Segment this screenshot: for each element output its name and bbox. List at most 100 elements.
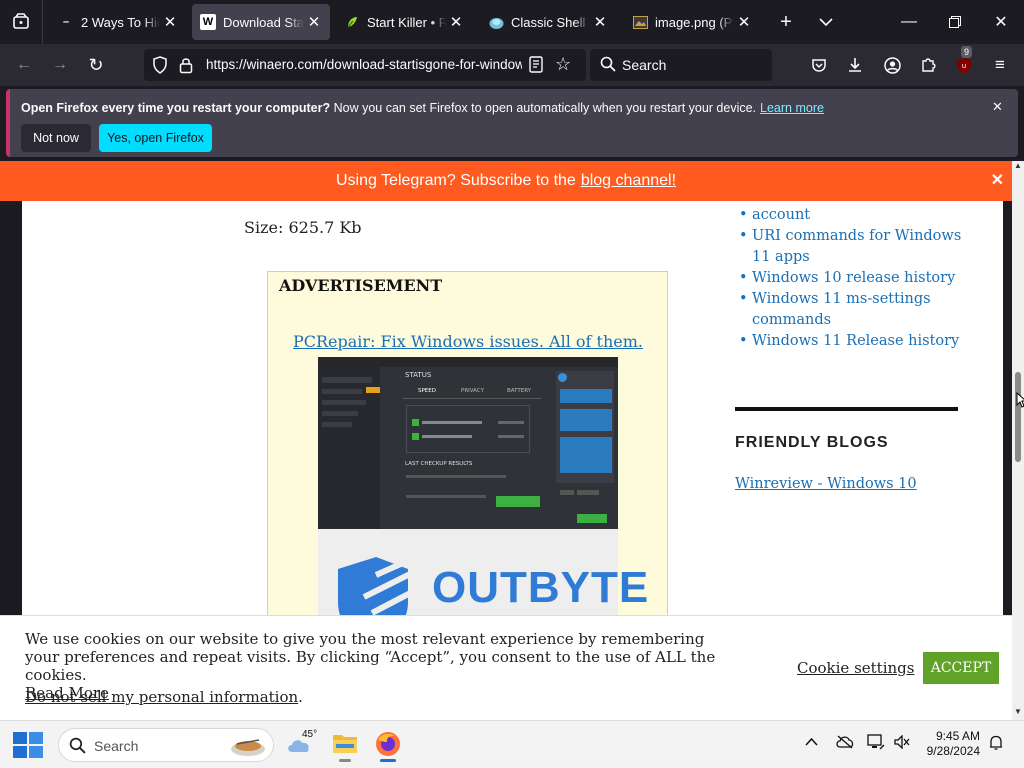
clock-time: 9:45 AM (935, 729, 980, 743)
svg-text:u: u (962, 62, 966, 70)
weather-temperature: 45° (302, 729, 318, 740)
lock-icon[interactable] (179, 56, 193, 79)
app-menu-button[interactable]: ≡ (987, 52, 1013, 78)
learn-more-link[interactable]: Learn more (760, 101, 824, 115)
taskbar-search-box[interactable]: Search (58, 728, 274, 762)
pcrepair-ad-screenshot[interactable]: STATUS SPEED PRIVACY BATTERY LAST CHECKU… (318, 357, 618, 529)
telegram-text: Using Telegram? Subscribe to the (335, 172, 576, 189)
forward-button[interactable]: → (47, 52, 73, 78)
reload-button[interactable]: ↻ (83, 52, 109, 78)
tab-download-startisgone[interactable]: W Download StartIsGone for Windows ✕ (192, 4, 330, 40)
close-tab-icon[interactable]: ✕ (446, 13, 466, 31)
search-placeholder: Search (622, 57, 667, 73)
bookmark-star-icon[interactable]: ☆ (555, 54, 571, 75)
search-bar[interactable]: Search (590, 49, 772, 81)
sidebar-divider (735, 407, 958, 411)
scroll-up-arrow-icon[interactable]: ▲ (1014, 161, 1022, 170)
tab-title: 2 Ways To Hide the Default Start (81, 14, 160, 30)
search-icon (600, 56, 616, 77)
winreview-link[interactable]: Winreview - Windows 10 (735, 476, 917, 492)
close-tab-icon[interactable]: ✕ (160, 13, 180, 31)
sidebar-link-win11-release-history[interactable]: Windows 11 Release history (752, 333, 959, 349)
start-button[interactable] (12, 730, 44, 760)
account-button[interactable] (879, 52, 905, 78)
tab-title: Start Killer • Remove Start Button (367, 14, 446, 30)
not-now-button[interactable]: Not now (21, 124, 91, 152)
pocket-icon (812, 59, 826, 72)
new-tab-button[interactable]: + (773, 8, 799, 36)
notification-text: Open Firefox every time you restart your… (21, 101, 824, 115)
downloads-button[interactable] (842, 52, 868, 78)
accept-cookies-button[interactable]: ACCEPT (923, 652, 999, 684)
extension-badge: 9 (961, 46, 973, 58)
pcrepair-ad-link[interactable]: PCRepair: Fix Windows issues. All of the… (268, 332, 668, 351)
sidebar-link-account[interactable]: account (752, 207, 810, 223)
close-window-button[interactable]: ✕ (978, 0, 1024, 44)
show-hidden-icons-chevron[interactable] (805, 733, 818, 751)
download-icon (849, 58, 861, 72)
close-telegram-bar-icon[interactable]: ✕ (991, 170, 1004, 190)
list-item: Windows 10 release history (739, 268, 962, 289)
firefox-taskbar-button[interactable] (372, 729, 404, 762)
sidebar-link-win10-release-history[interactable]: Windows 10 release history (752, 270, 955, 286)
folder-icon (333, 735, 357, 753)
close-notification-icon[interactable]: ✕ (992, 99, 1003, 115)
onedrive-offline-icon[interactable] (836, 735, 854, 754)
scroll-down-arrow-icon[interactable]: ▼ (1014, 707, 1022, 716)
close-icon: ✕ (994, 14, 1008, 31)
file-explorer-button[interactable] (330, 729, 360, 762)
close-tab-icon[interactable]: ✕ (590, 13, 610, 31)
tab-start-killer[interactable]: Start Killer • Remove Start Button ✕ (336, 4, 472, 40)
url-bar[interactable]: https://winaero.com/download-startisgone… (144, 49, 586, 81)
blog-channel-link[interactable]: blog channel! (581, 172, 676, 190)
tab-classic-shell[interactable]: Classic Shell • View topic ✕ (480, 4, 616, 40)
taskbar-search-placeholder: Search (94, 738, 139, 754)
plus-icon: + (780, 10, 792, 33)
restore-icon (949, 16, 961, 28)
sidebar-link-ms-settings[interactable]: Windows 11 ms-settings commands (752, 291, 931, 328)
ublock-shield-icon: u (957, 57, 971, 73)
extensions-button[interactable] (915, 52, 941, 78)
windows-taskbar: Search 45° 9:45 AM 9/28/2024 (0, 720, 1024, 768)
reader-view-icon[interactable] (529, 56, 543, 78)
do-not-sell-link[interactable]: Do not sell my personal information (25, 688, 298, 706)
shield-icon[interactable] (152, 56, 168, 79)
classic-shell-icon (488, 14, 504, 30)
volume-muted-icon[interactable] (894, 734, 910, 754)
weather-widget[interactable]: 45° (284, 727, 324, 763)
url-text[interactable]: https://winaero.com/download-startisgone… (206, 57, 522, 72)
list-all-tabs-button[interactable] (813, 8, 839, 36)
cookie-settings-link[interactable]: Cookie settings (797, 659, 914, 677)
tab-hide-start[interactable]: – 2 Ways To Hide the Default Start ✕ (50, 4, 186, 40)
firefox-icon (376, 732, 400, 756)
related-posts-list: account URI commands for Windows 11 apps… (739, 205, 962, 352)
tab-image-png[interactable]: image.png (PNG Image) ✕ (624, 4, 760, 40)
notifications-bell-icon[interactable] (989, 735, 1003, 756)
tab-title: image.png (PNG Image) (655, 14, 734, 30)
back-button[interactable]: ← (11, 52, 37, 78)
yes-open-firefox-button[interactable]: Yes, open Firefox (99, 124, 212, 152)
start-killer-icon (344, 14, 360, 30)
sidebar-link-uri-commands[interactable]: URI commands for Windows 11 apps (752, 228, 961, 265)
firefox-view-button[interactable] (8, 8, 34, 36)
ad-tab-battery: BATTERY (507, 388, 532, 394)
image-icon (632, 14, 648, 30)
network-icon[interactable] (867, 734, 885, 755)
winaero-w-icon: W (200, 14, 216, 30)
list-item: URI commands for Windows 11 apps (739, 226, 962, 268)
ublock-extension-button[interactable]: u 9 (951, 46, 977, 78)
clock-date: 9/28/2024 (926, 744, 980, 758)
scrollbar-thumb[interactable] (1015, 372, 1021, 462)
search-icon (69, 737, 86, 754)
do-not-sell-line: Do not sell my personal information. (25, 688, 303, 706)
close-tab-icon[interactable]: ✕ (304, 13, 324, 31)
friendly-blogs-heading: FRIENDLY BLOGS (735, 434, 889, 451)
telegram-subscribe-bar: Using Telegram? Subscribe to the blog ch… (0, 161, 1012, 201)
pocket-button[interactable] (806, 52, 832, 78)
restore-button[interactable] (932, 0, 978, 44)
close-tab-icon[interactable]: ✕ (734, 13, 754, 31)
firefox-view-icon (13, 13, 29, 29)
system-clock[interactable]: 9:45 AM 9/28/2024 (916, 729, 980, 759)
minimize-button[interactable]: — (886, 0, 932, 44)
search-highlight-food-icon (231, 739, 265, 756)
